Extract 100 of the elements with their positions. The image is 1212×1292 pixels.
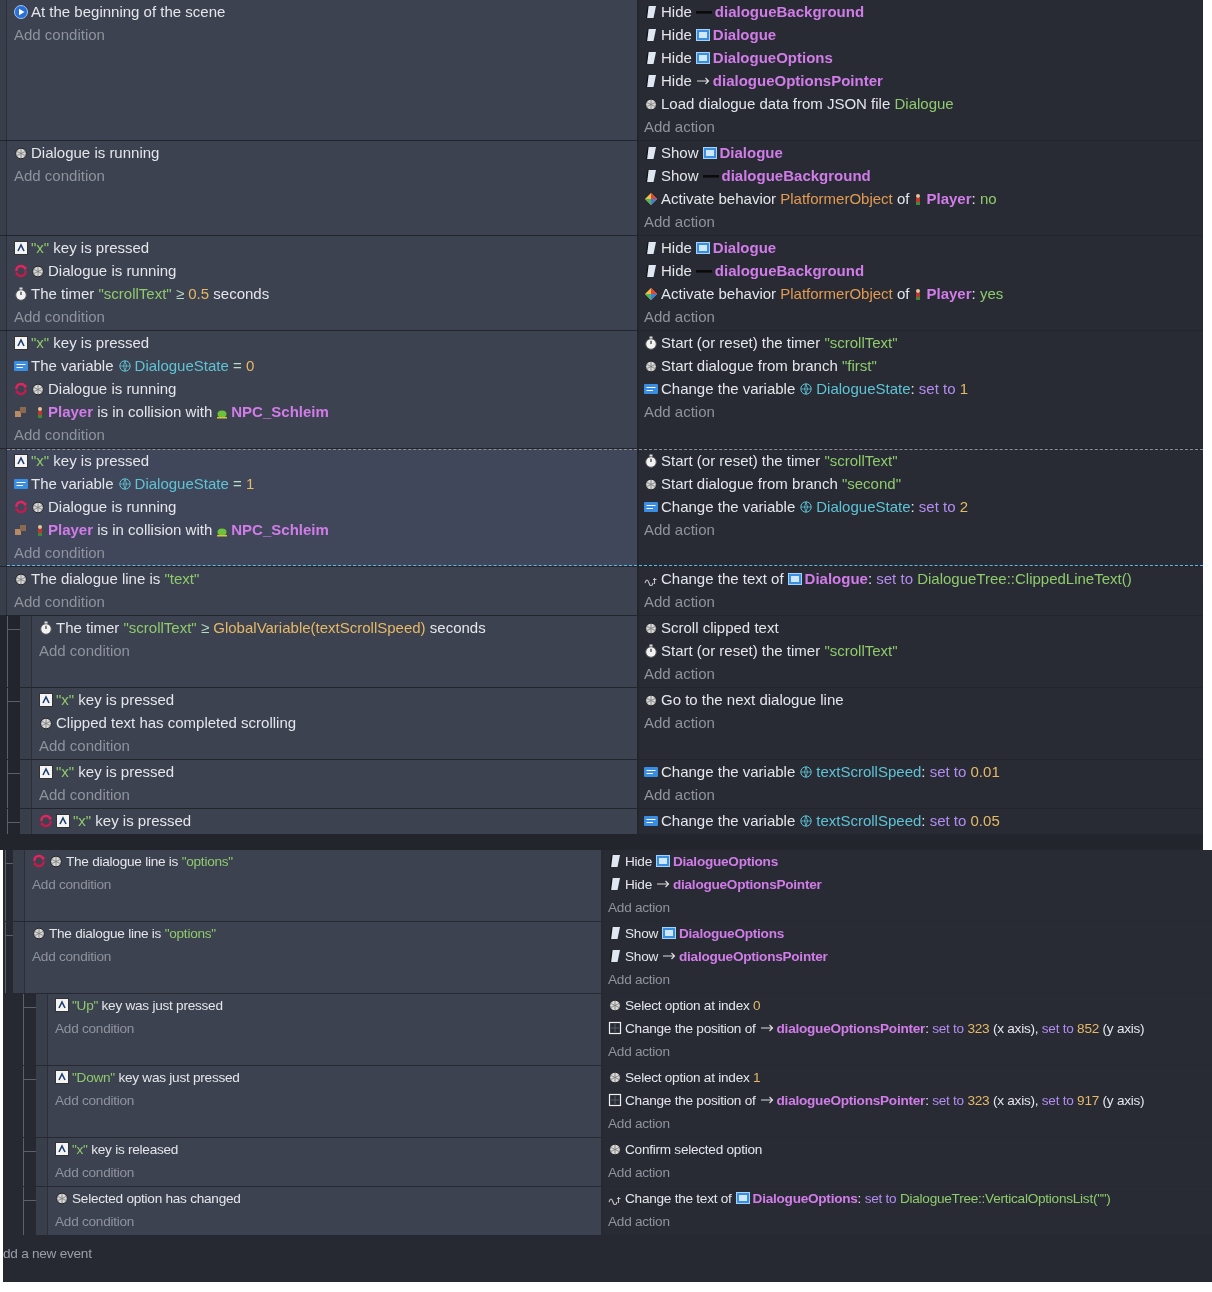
condition-block[interactable]: The dialogue line is "options" Add condition: [25, 850, 601, 921]
text-object-icon: [695, 28, 710, 42]
condition-text: NPC_Schleim: [231, 403, 329, 420]
yarn-ball-icon: [55, 1191, 69, 1205]
drag-handle[interactable]: [20, 688, 32, 759]
action-block[interactable]: Start (or reset) the timer "scrollText" Start dialogue from branch "first" Change the variable DialogueState: set to 1 Add action: [639, 331, 1203, 448]
action-text: Change the variable: [661, 380, 796, 397]
add-action-link[interactable]: Add action: [644, 662, 715, 686]
action-block[interactable]: Change the variable textScrollSpeed: set to 0.05: [639, 809, 1203, 834]
key-icon: [14, 336, 28, 350]
variable-icon: [14, 359, 28, 373]
variable-icon: [644, 500, 658, 514]
text-object-icon: [695, 51, 710, 65]
add-action-link[interactable]: Add action: [644, 400, 715, 424]
drag-handle[interactable]: [0, 449, 7, 566]
drag-handle[interactable]: [20, 760, 32, 808]
drag-handle[interactable]: [36, 1138, 48, 1186]
variable-icon: [14, 477, 28, 491]
condition-block[interactable]: "Down" key was just pressed Add condition: [48, 1066, 601, 1137]
yarn-ball-icon: [644, 97, 658, 111]
drag-handle[interactable]: [13, 922, 25, 993]
add-action-link[interactable]: Add action: [644, 590, 715, 614]
condition-block[interactable]: "x" key is pressed The variable DialogueState = 1 Dialogue is running Player is in collision with NPC_Schleim Add condition: [7, 449, 637, 566]
action-text: DialogueOptions: [679, 926, 784, 941]
square-icon: [608, 1021, 622, 1035]
condition-block[interactable]: The dialogue line is "options" Add condition: [25, 922, 601, 993]
condition-block[interactable]: Selected option has changed Add condition: [48, 1187, 601, 1235]
action-block[interactable]: Go to the next dialogue line Add action: [639, 688, 1203, 759]
action-text: Hide: [661, 3, 692, 20]
variable-icon: [644, 765, 658, 779]
drag-handle[interactable]: [36, 1187, 48, 1235]
condition-block[interactable]: "x" key is pressed: [32, 809, 637, 834]
condition-block[interactable]: "x" key is pressed Dialogue is running The timer "scrollText" ≥ 0.5 seconds Add condition: [7, 236, 637, 330]
action-text: Activate behavior PlatformerObject of: [661, 190, 910, 207]
drag-handle[interactable]: [0, 141, 7, 235]
variable-icon: [644, 382, 658, 396]
stopwatch-icon: [644, 644, 658, 658]
add-action-link[interactable]: Add action: [608, 1161, 670, 1185]
drag-handle[interactable]: [0, 331, 7, 448]
condition-text: "Up" key was just pressed: [72, 998, 223, 1013]
action-block[interactable]: Show Dialogue Show dialogueBackground Activate behavior PlatformerObject of Player: no Add action: [639, 141, 1203, 235]
drag-handle[interactable]: [0, 567, 7, 615]
condition-block[interactable]: "Up" key was just pressed Add condition: [48, 994, 601, 1065]
tree-lines: [3, 850, 13, 921]
condition-block[interactable]: At the beginning of the scene Add condition: [7, 0, 637, 140]
yarn-ball-icon: [608, 1142, 622, 1156]
condition-block[interactable]: "x" key is pressed Clipped text has completed scrolling Add condition: [32, 688, 637, 759]
yarn-ball-icon: [644, 477, 658, 491]
action-text: dialogueBackground: [714, 262, 865, 279]
action-block[interactable]: Start (or reset) the timer "scrollText" Start dialogue from branch "second" Change the variable DialogueState: set to 2 Add action: [639, 449, 1203, 566]
action-block[interactable]: Change the variable textScrollSpeed: set to 0.01 Add action: [639, 760, 1203, 808]
action-block[interactable]: Hide dialogueBackground Hide Dialogue Hide DialogueOptions Hide dialogueOptionsPointer Load dialogue data from JSON file Dialogue Add action: [639, 0, 1203, 140]
drag-handle[interactable]: [20, 809, 32, 834]
condition-block[interactable]: The timer "scrollText" ≥ GlobalVariable(textScrollSpeed) seconds Add condition: [32, 616, 637, 687]
action-text: Change the variable: [661, 763, 796, 780]
add-action-link[interactable]: Add action: [644, 210, 715, 234]
condition-text: Dialogue is running: [48, 498, 177, 515]
action-text: Hide: [661, 49, 692, 66]
condition-block[interactable]: Dialogue is running Add condition: [7, 141, 637, 235]
action-text: Show: [625, 926, 658, 941]
condition-text: "x" key is pressed: [31, 239, 150, 256]
add-action-link[interactable]: Add action: [608, 1040, 670, 1064]
action-block[interactable]: Change the text of Dialogue: set to DialogueTree::ClippedLineText() Add action: [639, 567, 1203, 615]
add-action-link[interactable]: Add action: [644, 518, 715, 542]
blocks-icon: [14, 405, 28, 419]
action-text: Scroll clipped text: [661, 619, 779, 636]
diamond-icon: [644, 192, 658, 206]
condition-block[interactable]: The dialogue line is "text" Add condition: [7, 567, 637, 615]
condition-text: The timer "scrollText" ≥ 0.5 seconds: [31, 285, 270, 302]
add-action-link[interactable]: Add action: [644, 115, 715, 139]
drag-handle[interactable]: [36, 994, 48, 1065]
add-action-link[interactable]: Add action: [644, 711, 715, 735]
add-event-link[interactable]: dd a new event: [3, 1246, 92, 1261]
action-text: dialogueOptionsPointer: set to 323 (x axis), set to 852 (y axis): [776, 1021, 1145, 1036]
yarn-ball-icon: [644, 359, 658, 373]
action-block[interactable]: Scroll clipped text Start (or reset) the timer "scrollText" Add action: [639, 616, 1203, 687]
condition-text: Dialogue is running: [31, 144, 160, 161]
add-action-link[interactable]: Add action: [608, 968, 670, 992]
text-object-icon: [787, 572, 802, 586]
add-action-link[interactable]: Add action: [644, 305, 715, 329]
drag-handle[interactable]: [0, 0, 7, 140]
drag-handle[interactable]: [36, 1066, 48, 1137]
action-block[interactable]: Hide Dialogue Hide dialogueBackground Activate behavior PlatformerObject of Player: yes Add action: [639, 236, 1203, 330]
variable-icon: [644, 814, 658, 828]
action-text: Start (or reset) the timer "scrollText": [661, 334, 898, 351]
slanted-bar-icon: [608, 877, 622, 891]
drag-handle[interactable]: [13, 850, 25, 921]
add-action-link[interactable]: Add action: [644, 783, 715, 807]
stopwatch-icon: [644, 336, 658, 350]
drag-handle[interactable]: [0, 236, 7, 330]
condition-block[interactable]: "x" key is pressed Add condition: [32, 760, 637, 808]
condition-block[interactable]: "x" key is pressed The variable DialogueState = 0 Dialogue is running Player is in collision with NPC_Schleim Add condition: [7, 331, 637, 448]
key-icon: [14, 454, 28, 468]
key-icon: [39, 693, 53, 707]
add-action-link[interactable]: Add action: [608, 1112, 670, 1136]
drag-handle[interactable]: [20, 616, 32, 687]
action-text: Dialogue: set to DialogueTree::ClippedLineText(): [804, 570, 1132, 587]
condition-block[interactable]: "x" key is released Add condition: [48, 1138, 601, 1186]
add-action-link[interactable]: Add action: [608, 1210, 670, 1234]
add-action-link[interactable]: Add action: [608, 896, 670, 920]
